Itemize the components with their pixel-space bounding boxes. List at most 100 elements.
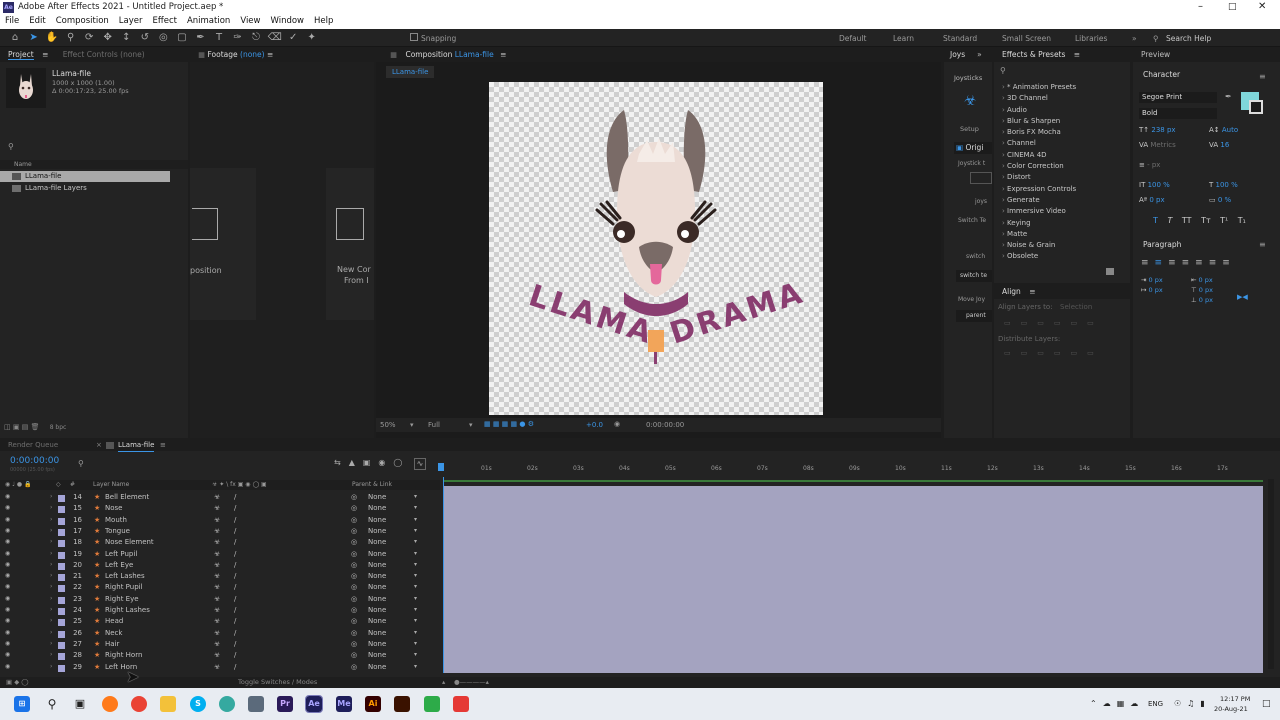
- tab-joysticks[interactable]: Joys: [950, 50, 965, 59]
- new-comp-icon[interactable]: ▤: [22, 423, 29, 431]
- label-color-swatch[interactable]: [58, 574, 65, 582]
- parent-select[interactable]: None: [368, 572, 386, 580]
- zoom-tool-icon[interactable]: ⚲: [64, 31, 78, 45]
- project-item-folder[interactable]: LLama-file Layers: [0, 183, 170, 194]
- align-to-select[interactable]: Selection: [1060, 303, 1092, 311]
- layer-name[interactable]: Left Lashes: [105, 572, 145, 580]
- tab-paragraph[interactable]: Paragraph: [1143, 240, 1181, 249]
- parent-select[interactable]: None: [368, 640, 386, 648]
- zoom-slider[interactable]: ●————▴: [454, 677, 489, 688]
- twirl-chevron-icon[interactable]: ›: [50, 663, 52, 670]
- layer-row[interactable]: ◉ › 19 ★ Left Pupil ☣ / ◎ None ▾: [0, 550, 440, 561]
- pickwhip-icon[interactable]: ◎: [351, 572, 357, 580]
- footer-switch-icons[interactable]: ▣ ◆ ◯: [6, 677, 29, 688]
- shy-switch-icon[interactable]: ☣: [214, 663, 220, 671]
- layer-row[interactable]: ◉ › 25 ★ Head ☣ / ◎ None ▾: [0, 617, 440, 628]
- parent-select[interactable]: None: [368, 595, 386, 603]
- menu-edit[interactable]: Edit: [24, 15, 50, 26]
- home-icon[interactable]: ⌂: [8, 31, 22, 45]
- skype-icon[interactable]: S: [190, 696, 206, 712]
- quality-switch-icon[interactable]: /: [234, 640, 236, 648]
- workspace-libraries[interactable]: Libraries: [1075, 34, 1107, 43]
- minimize-icon[interactable]: –: [1198, 1, 1203, 12]
- shy-switch-icon[interactable]: ☣: [214, 606, 220, 614]
- layer-name[interactable]: Head: [105, 617, 123, 625]
- parent-select[interactable]: None: [368, 629, 386, 637]
- effects-item[interactable]: › 3D Channel: [996, 93, 1124, 104]
- twirl-chevron-icon[interactable]: ›: [50, 583, 52, 590]
- composition-name[interactable]: LLama-file: [455, 50, 494, 59]
- layer-row[interactable]: ◉ › 29 ★ Left Horn ☣ / ◎ None ▾: [0, 663, 440, 674]
- label-color-swatch[interactable]: [58, 664, 65, 672]
- graph-editor-icon[interactable]: ∿: [414, 458, 426, 470]
- effects-item[interactable]: › Color Correction: [996, 161, 1124, 172]
- eyedropper-icon[interactable]: ✒: [1225, 92, 1233, 102]
- camtasia-icon[interactable]: [424, 696, 440, 712]
- quality-switch-icon[interactable]: /: [234, 527, 236, 535]
- switch-text-button[interactable]: switch te: [956, 270, 992, 282]
- quality-switch-icon[interactable]: /: [234, 538, 236, 546]
- tab-footage[interactable]: Footage: [207, 50, 237, 59]
- baseline-shift-field[interactable]: Aª 0 px: [1139, 196, 1165, 204]
- close-icon[interactable]: ✕: [1258, 1, 1266, 12]
- timeline-search-input[interactable]: ⚲: [78, 459, 318, 469]
- visibility-eye-icon[interactable]: ◉: [5, 595, 10, 602]
- animate-icon[interactable]: [394, 696, 410, 712]
- twirl-chevron-icon[interactable]: ›: [50, 493, 52, 500]
- pickwhip-icon[interactable]: ◎: [351, 629, 357, 637]
- layer-row[interactable]: ◉ › 26 ★ Neck ☣ / ◎ None ▾: [0, 629, 440, 640]
- menu-layer[interactable]: Layer: [114, 15, 148, 26]
- shy-switch-icon[interactable]: ☣: [214, 516, 220, 524]
- layer-row[interactable]: ◉ › 17 ★ Tongue ☣ / ◎ None ▾: [0, 527, 440, 538]
- playhead-icon[interactable]: [438, 463, 444, 471]
- comp-subtab[interactable]: LLama-file: [386, 66, 435, 78]
- workspace-standard[interactable]: Standard: [943, 34, 977, 43]
- project-column-name[interactable]: Name: [0, 160, 188, 169]
- twirl-chevron-icon[interactable]: ›: [50, 516, 52, 523]
- parent-select[interactable]: None: [368, 538, 386, 546]
- twirl-chevron-icon[interactable]: ›: [50, 504, 52, 511]
- composition-menu-icon[interactable]: ≡: [500, 50, 506, 59]
- close-tab-icon[interactable]: ×: [96, 439, 102, 451]
- rectangle-tool-icon[interactable]: ▢: [175, 31, 189, 45]
- parent-select[interactable]: None: [368, 663, 386, 671]
- visibility-eye-icon[interactable]: ◉: [5, 550, 10, 557]
- kerning-field[interactable]: VA Metrics: [1139, 141, 1176, 149]
- calculator-icon[interactable]: [248, 696, 264, 712]
- layer-name[interactable]: Bell Element: [105, 493, 149, 501]
- shy-switch-icon[interactable]: ☣: [214, 493, 220, 501]
- tray-icons[interactable]: ⌃☁▦☁: [1090, 699, 1144, 708]
- vertical-scale-field[interactable]: IT 100 %: [1139, 181, 1170, 189]
- label-color-swatch[interactable]: [58, 619, 65, 627]
- parent-select[interactable]: None: [368, 527, 386, 535]
- toggle-switches-modes-button[interactable]: Toggle Switches / Modes: [238, 677, 317, 688]
- quality-switch-icon[interactable]: /: [234, 606, 236, 614]
- camera-icon[interactable]: ◉: [614, 420, 620, 428]
- pickwhip-icon[interactable]: ◎: [351, 561, 357, 569]
- superscript-button[interactable]: T¹: [1220, 216, 1228, 225]
- shy-switch-icon[interactable]: ☣: [214, 640, 220, 648]
- timeline-scrollbar[interactable]: [1268, 479, 1274, 669]
- firefox-icon[interactable]: [102, 696, 118, 712]
- language-indicator[interactable]: ENG: [1148, 700, 1163, 708]
- quality-switch-icon[interactable]: /: [234, 572, 236, 580]
- text-direction-buttons[interactable]: ▶◀: [1237, 293, 1248, 301]
- clock-date[interactable]: 20-Aug-21: [1214, 705, 1248, 713]
- layer-row[interactable]: ◉ › 27 ★ Hair ☣ / ◎ None ▾: [0, 640, 440, 651]
- effects-item[interactable]: › * Animation Presets: [996, 82, 1124, 93]
- effects-search-input[interactable]: ⚲: [1000, 66, 1120, 76]
- menu-animation[interactable]: Animation: [182, 15, 235, 26]
- effects-item[interactable]: › Blur & Sharpen: [996, 116, 1124, 127]
- joysticks-subtab[interactable]: Joysticks: [954, 74, 982, 82]
- pickwhip-icon[interactable]: ◎: [351, 640, 357, 648]
- label-color-swatch[interactable]: [58, 506, 65, 514]
- tab-project[interactable]: Project: [8, 50, 34, 60]
- maximize-icon[interactable]: □: [1228, 2, 1237, 12]
- layer-row[interactable]: ◉ › 16 ★ Mouth ☣ / ◎ None ▾: [0, 516, 440, 527]
- layer-name[interactable]: Right Horn: [105, 651, 142, 659]
- explorer-icon[interactable]: [160, 696, 176, 712]
- layer-name[interactable]: Right Pupil: [105, 583, 143, 591]
- visibility-eye-icon[interactable]: ◉: [5, 583, 10, 590]
- more-workspaces-icon[interactable]: »: [1132, 34, 1137, 43]
- parent-select[interactable]: None: [368, 550, 386, 558]
